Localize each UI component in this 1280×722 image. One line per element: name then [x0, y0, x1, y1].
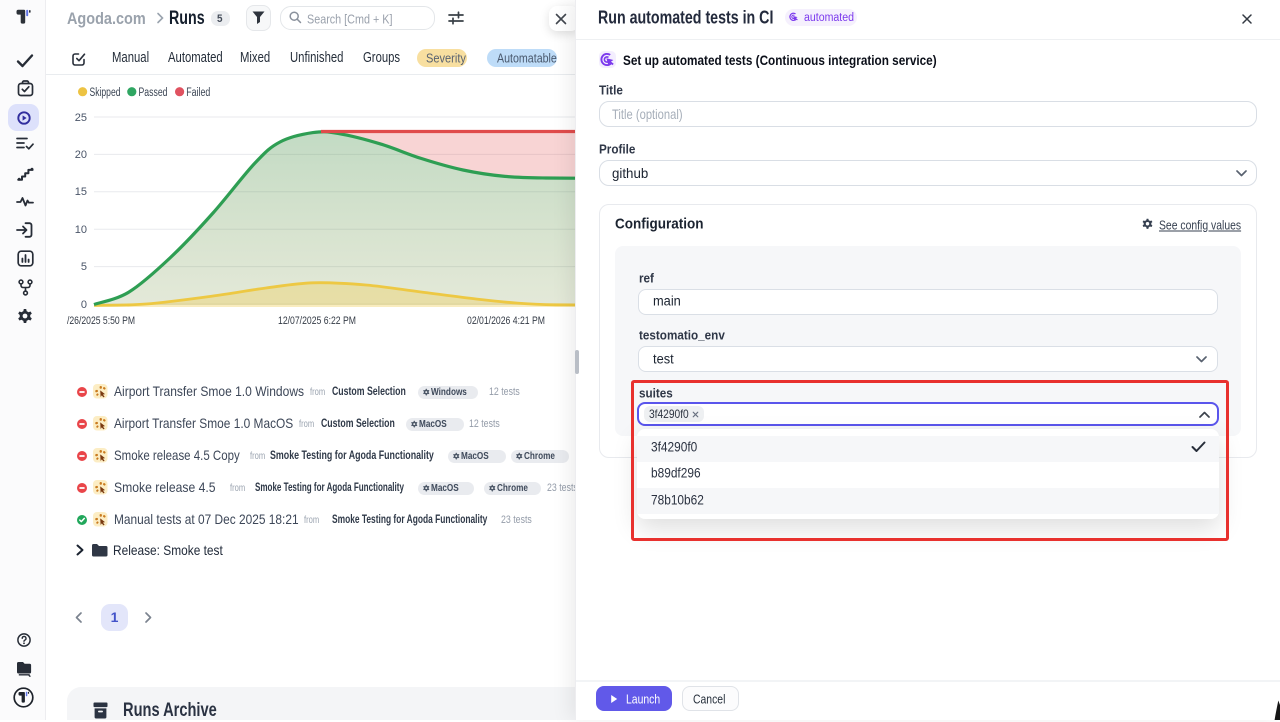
svg-text:5: 5 [81, 261, 87, 273]
svg-text:Failed: Failed [186, 87, 210, 99]
svg-text:0: 0 [81, 299, 87, 311]
svg-text:10: 10 [75, 224, 87, 236]
svg-text:15: 15 [75, 186, 87, 198]
svg-text:12/07/2025 6:22 PM: 12/07/2025 6:22 PM [278, 315, 356, 327]
svg-text:Passed: Passed [139, 87, 168, 99]
svg-text:20: 20 [75, 149, 87, 161]
svg-text:/26/2025 5:50 PM: /26/2025 5:50 PM [67, 315, 135, 327]
svg-text:25: 25 [75, 112, 87, 124]
svg-text:02/01/2026 4:21 PM: 02/01/2026 4:21 PM [467, 315, 545, 327]
svg-text:Skipped: Skipped [90, 87, 121, 99]
